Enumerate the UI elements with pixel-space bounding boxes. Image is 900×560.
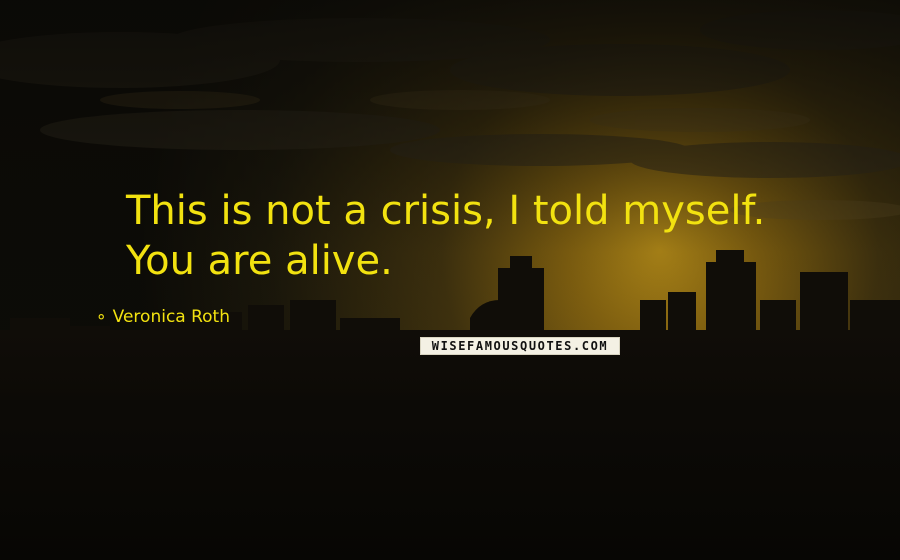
site-watermark: WISEFAMOUSQUOTES.COM [420,337,620,355]
quote-text: This is not a crisis, I told myself. You… [126,186,886,286]
author-bullet-icon: ∘ [96,307,107,327]
quote-line-2: You are alive. [126,238,393,284]
quote-card: This is not a crisis, I told myself. You… [0,0,900,560]
quote-author: ∘ Veronica Roth [96,306,230,328]
quote-line-1: This is not a crisis, I told myself. [126,188,766,234]
author-name: Veronica Roth [112,307,230,327]
